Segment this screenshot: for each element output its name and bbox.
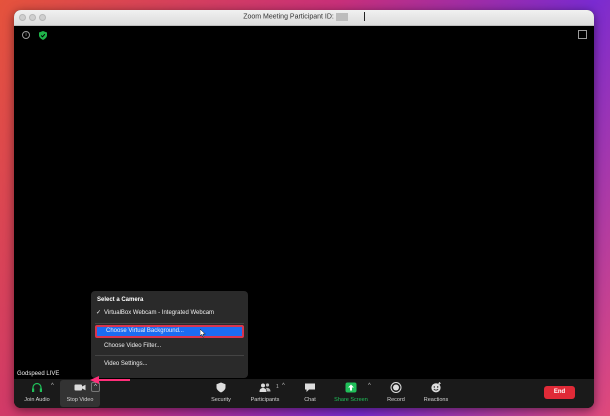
share-screen-label: Share Screen: [334, 397, 368, 403]
menu-item-choose-virtual-background[interactable]: Choose Virtual Background...: [95, 325, 244, 338]
checkmark-icon: ✓: [96, 310, 102, 316]
record-icon: [390, 382, 402, 393]
headphones-icon: [32, 382, 42, 392]
shield-check-icon[interactable]: [39, 31, 47, 40]
info-icon[interactable]: i: [22, 31, 30, 39]
menu-header: Select a Camera: [97, 297, 144, 303]
participants-button[interactable]: Participants: [245, 380, 285, 407]
reactions-label: Reactions: [423, 397, 449, 403]
join-audio-label: Join Audio: [24, 397, 50, 403]
window-title-area: Zoom Meeting Participant ID:: [14, 12, 594, 21]
title-bar: Zoom Meeting Participant ID:: [14, 10, 594, 26]
caret-up-icon[interactable]: ^: [282, 383, 285, 389]
chat-label: Chat: [304, 397, 316, 403]
window-title: Zoom Meeting Participant ID:: [243, 13, 334, 21]
pink-arrow-icon: [90, 376, 130, 384]
security-label: Security: [211, 397, 231, 403]
menu-item-video-settings[interactable]: Video Settings...: [95, 358, 244, 371]
reactions-icon: [431, 382, 441, 393]
caret-up-icon[interactable]: ^: [51, 383, 54, 389]
end-meeting-button[interactable]: End: [544, 386, 575, 399]
stop-video-label: Stop Video: [66, 397, 94, 403]
chat-button[interactable]: Chat: [290, 380, 330, 407]
participants-icon: [259, 383, 271, 392]
record-button[interactable]: Record: [376, 380, 416, 407]
mouse-pointer-icon: [200, 329, 206, 338]
share-screen-button[interactable]: Share Screen: [331, 380, 371, 407]
fullscreen-icon[interactable]: [578, 30, 587, 39]
menu-item-label: Video Settings...: [104, 361, 148, 367]
menu-item-label: Choose Video Filter...: [104, 343, 162, 349]
redacted-id: [335, 12, 348, 21]
participants-count: 1: [276, 384, 279, 390]
menu-separator: [95, 323, 244, 324]
menu-item-choose-video-filter[interactable]: Choose Video Filter...: [95, 340, 244, 353]
caret-up-icon[interactable]: ^: [368, 383, 371, 389]
security-button[interactable]: Security: [201, 380, 241, 407]
menu-item-label: Choose Virtual Background...: [106, 328, 184, 334]
participants-label: Participants: [250, 397, 280, 403]
share-screen-icon: [345, 382, 357, 393]
chat-bubble-icon: [305, 383, 315, 392]
text-cursor: [363, 12, 365, 21]
camera-menu: Select a Camera ✓ VirtualBox Webcam - In…: [91, 291, 248, 378]
zoom-window: Zoom Meeting Participant ID: i Godspeed …: [14, 10, 594, 408]
participant-name-label: Godspeed LIVE: [17, 371, 60, 377]
record-label: Record: [387, 397, 405, 403]
security-shield-icon: [216, 382, 226, 393]
menu-item-label: VirtualBox Webcam - Integrated Webcam: [104, 310, 215, 316]
reactions-button[interactable]: Reactions: [416, 380, 456, 407]
menu-item-camera[interactable]: ✓ VirtualBox Webcam - Integrated Webcam: [95, 307, 244, 320]
video-camera-icon: [74, 384, 86, 391]
menu-separator: [95, 355, 244, 356]
